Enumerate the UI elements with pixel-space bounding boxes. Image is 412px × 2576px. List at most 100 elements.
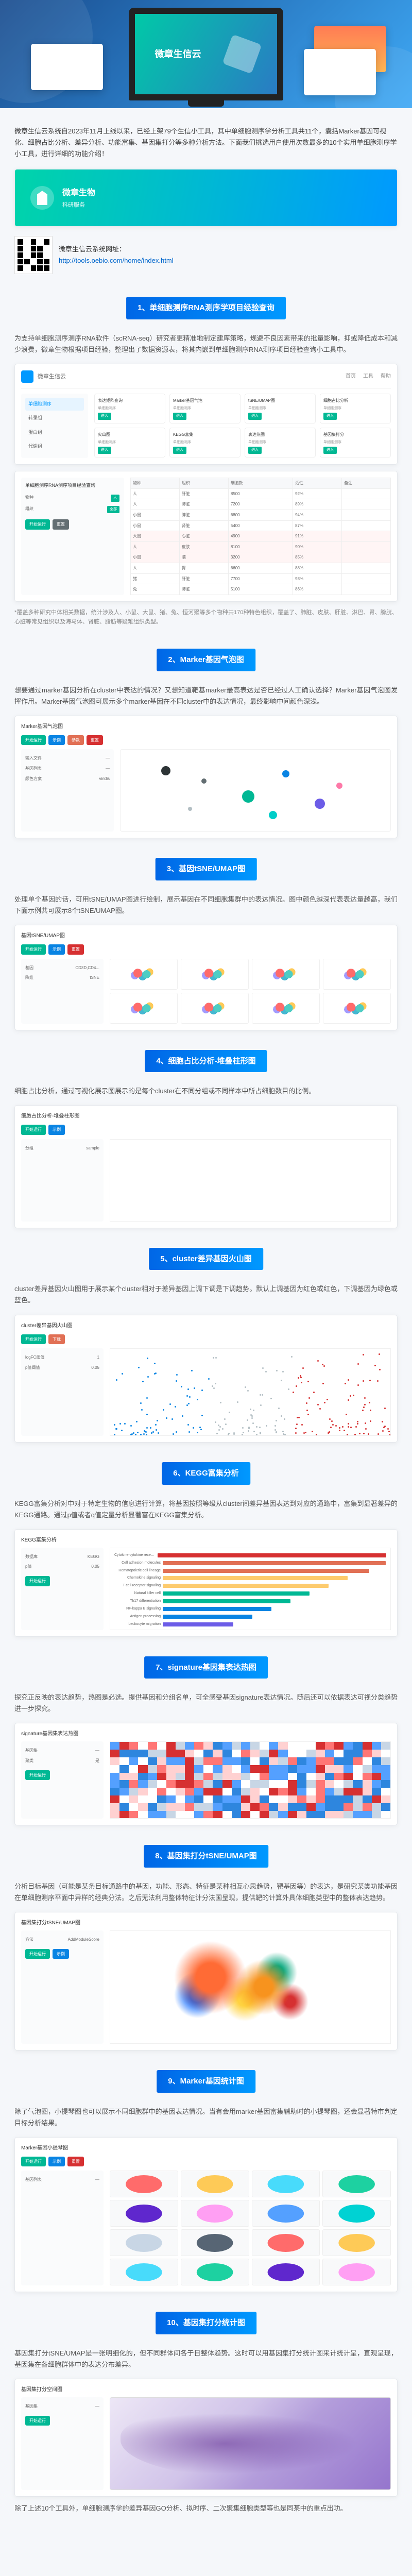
tool-card[interactable]: 基因集打分单细胞测序进入 bbox=[320, 428, 391, 457]
hero-monitor: 微章生信云 bbox=[129, 8, 283, 100]
screenshot-10: 基因集打分空间图 基因集— 开始运行 bbox=[14, 2379, 398, 2497]
volcano-chart bbox=[110, 1348, 391, 1436]
section-desc-9: 除了气泡图，小提琴图也可以展示不同细胞群中的基因表达情况。当有会用marker基… bbox=[14, 2106, 398, 2129]
run-button[interactable]: 开始运行 bbox=[21, 2157, 46, 2167]
section-title-7: 7、signature基因集表达热图 bbox=[144, 1656, 268, 1679]
section-title-1: 1、单细胞测序RNA测序学项目经验查询 bbox=[126, 297, 286, 319]
logo-icon bbox=[21, 370, 33, 383]
sidebar-item[interactable]: 蛋白组 bbox=[25, 426, 84, 439]
violin-grid bbox=[110, 2171, 391, 2285]
tool-card[interactable]: KEGG富集单细胞测序进入 bbox=[169, 428, 241, 457]
banner-t2: 科研服务 bbox=[62, 200, 95, 210]
reset-button[interactable]: 重置 bbox=[67, 944, 84, 955]
example-button[interactable]: 示例 bbox=[48, 735, 65, 745]
reset-button[interactable]: 重置 bbox=[53, 519, 69, 530]
param-panel: 基因CD3D,CD4... 降维tSNE bbox=[21, 959, 104, 1024]
example-button[interactable]: 示例 bbox=[48, 1125, 65, 1135]
run-button[interactable]: 开始运行 bbox=[25, 1576, 50, 1586]
tsne-grid bbox=[110, 959, 391, 1024]
sidebar-item[interactable]: 转录组 bbox=[25, 412, 84, 425]
reset-button[interactable]: 重置 bbox=[87, 735, 103, 745]
param-panel: 数据库KEGG p值0.05 开始运行 bbox=[21, 1548, 104, 1630]
section-desc-10b: 除了上述10个工具外，单细胞测序学的差异基因GO分析、拟时序、二次聚集细胞类型等… bbox=[14, 2503, 398, 2514]
screenshot-5: cluster差异基因火山图 开始运行 下载 logFC阈值1 p值阈值0.05 bbox=[14, 1315, 398, 1443]
param-panel: 基因集— 开始运行 bbox=[21, 2397, 104, 2490]
link-label: 微章生信云系统网址： bbox=[59, 244, 174, 255]
violin-panel bbox=[181, 2200, 249, 2227]
screenshot-7: signature基因集表达热图 基因集— 聚类是 开始运行 bbox=[14, 1723, 398, 1825]
violin-panel bbox=[322, 2200, 391, 2227]
run-button[interactable]: 开始运行 bbox=[25, 1770, 50, 1781]
person-icon bbox=[37, 191, 47, 205]
intro-paragraph: 微章生信云系统自2023年11月上线以来，已经上架79个生信小工具，其中单细胞测… bbox=[14, 126, 398, 160]
section-title-3: 3、基因tSNE/UMAP图 bbox=[156, 858, 257, 880]
violin-panel bbox=[252, 2229, 320, 2256]
violin-panel bbox=[110, 2259, 178, 2285]
section-desc-6: KEGG富集分析对中对于特定生物的信息进行计算，将基因按照等级从cluster间… bbox=[14, 1498, 398, 1521]
run-button[interactable]: 开始运行 bbox=[21, 1125, 46, 1135]
shot-app-title: 微章生信云 bbox=[38, 372, 66, 382]
params-button[interactable]: 参数 bbox=[67, 735, 84, 745]
reset-button[interactable]: 重置 bbox=[67, 2157, 84, 2167]
tool-card[interactable]: 表达矩阵查询单细胞测序进入 bbox=[94, 394, 165, 423]
tool-card[interactable]: 细胞占比分析单细胞测序进入 bbox=[320, 394, 391, 423]
run-button[interactable]: 开始运行 bbox=[21, 944, 46, 955]
run-button[interactable]: 开始运行 bbox=[25, 1949, 50, 1959]
sidebar-item[interactable]: 单细胞测序 bbox=[25, 398, 84, 411]
score-tsne-chart bbox=[110, 1930, 391, 2044]
run-button[interactable]: 开始运行 bbox=[25, 2416, 50, 2426]
sidebar: 单细胞测序 转录组 蛋白组 代谢组 bbox=[21, 394, 88, 458]
section-desc-2: 想要通过marker基因分析在cluster中表达的情况？又想知道靶基marke… bbox=[14, 685, 398, 707]
violin-panel bbox=[322, 2259, 391, 2285]
stacked-bar-chart bbox=[110, 1139, 391, 1222]
param-panel: 方法AddModuleScore 开始运行示例 bbox=[21, 1930, 104, 2044]
screenshot-1b: 单细胞测序RNA测序项目经验查询 物种人 组织全部 开始运行 重置 物种组织细胞… bbox=[14, 471, 398, 602]
section-title-5: 5、cluster差异基因火山图 bbox=[149, 1248, 263, 1270]
violin-panel bbox=[252, 2259, 320, 2285]
hero-card-right2 bbox=[304, 49, 376, 95]
section-desc-4: 细胞占比分析，通过可视化展示图展示的是每个cluster在不同分组或不同样本中所… bbox=[14, 1086, 398, 1097]
platform-link[interactable]: http://tools.oebio.com/home/index.html bbox=[59, 257, 174, 264]
tool-card[interactable]: 火山图单细胞测序进入 bbox=[94, 428, 165, 457]
qr-code-icon bbox=[14, 236, 53, 274]
section-title-4: 4、细胞占比分析-堆叠柱形图 bbox=[145, 1050, 267, 1073]
example-button[interactable]: 示例 bbox=[53, 1949, 69, 1959]
banner-t1: 微章生物 bbox=[62, 186, 95, 200]
violin-panel bbox=[252, 2200, 320, 2227]
section-title-8: 8、基因集打分tSNE/UMAP图 bbox=[144, 1845, 268, 1868]
violin-panel bbox=[181, 2259, 249, 2285]
link-row: 微章生信云系统网址： http://tools.oebio.com/home/i… bbox=[14, 236, 398, 274]
example-button[interactable]: 示例 bbox=[48, 944, 65, 955]
hero-card-left bbox=[31, 44, 103, 90]
section-title-6: 6、KEGG富集分析 bbox=[162, 1462, 250, 1485]
download-button[interactable]: 下载 bbox=[48, 1334, 65, 1345]
screenshot-9: Marker基因小提琴图 开始运行 示例 重置 基因列表— bbox=[14, 2137, 398, 2293]
sidebar-item[interactable]: 代谢组 bbox=[25, 440, 84, 453]
tool-card[interactable]: Marker基因气泡单细胞测序进入 bbox=[169, 394, 241, 423]
result-table: 物种组织细胞数活性备注 人肝脏850092%人肺脏720089%小鼠脾脏6800… bbox=[130, 478, 391, 595]
section-desc-10: 基因集打分tSNE/UMAP是一张明细化的，但不同群体间各于日整体趋势。这时可以… bbox=[14, 2348, 398, 2370]
violin-panel bbox=[110, 2200, 178, 2227]
param-panel: 分组sample bbox=[21, 1139, 104, 1222]
violin-panel bbox=[181, 2229, 249, 2256]
section-desc-3: 处理单个基因的话，可用tSNE/UMAP图进行绘制，展示基因在不同细胞集群中的表… bbox=[14, 894, 398, 917]
screenshot-4: 细胞占比分析-堆叠柱形图 开始运行 示例 分组sample bbox=[14, 1105, 398, 1228]
run-button[interactable]: 开始运行 bbox=[25, 519, 50, 530]
screenshot-1a: 微章生信云 首页工具帮助 单细胞测序 转录组 蛋白组 代谢组 表达矩阵查询单细胞… bbox=[14, 364, 398, 465]
run-button[interactable]: 开始运行 bbox=[21, 735, 46, 745]
example-button[interactable]: 示例 bbox=[48, 2157, 65, 2167]
screenshot-banner: 微章生物 科研服务 bbox=[14, 169, 398, 227]
shot-nav: 首页工具帮助 bbox=[346, 372, 391, 381]
screenshot-6: KEGG富集分析 数据库KEGG p值0.05 开始运行 Cytokine-cy… bbox=[14, 1529, 398, 1637]
param-panel: 输入文件— 基因列表— 颜色方案viridis bbox=[21, 749, 114, 832]
tool-card[interactable]: tSNE/UMAP图单细胞测序进入 bbox=[245, 394, 316, 423]
tool-card[interactable]: 表达热图单细胞测序进入 bbox=[245, 428, 316, 457]
screenshot-8: 基因集打分tSNE/UMAP图 方法AddModuleScore 开始运行示例 bbox=[14, 1912, 398, 2050]
param-panel: logFC阈值1 p值阈值0.05 bbox=[21, 1348, 104, 1436]
violin-panel bbox=[252, 2171, 320, 2197]
screenshot-3: 基因tSNE/UMAP图 开始运行 示例 重置 基因CD3D,CD4... 降维… bbox=[14, 925, 398, 1030]
section-desc-5: cluster差异基因火山图用于展示某个cluster相对于差异基因上调下调是下… bbox=[14, 1283, 398, 1306]
param-panel: 基因列表— bbox=[21, 2171, 104, 2285]
violin-panel bbox=[110, 2171, 178, 2197]
run-button[interactable]: 开始运行 bbox=[21, 1334, 46, 1345]
